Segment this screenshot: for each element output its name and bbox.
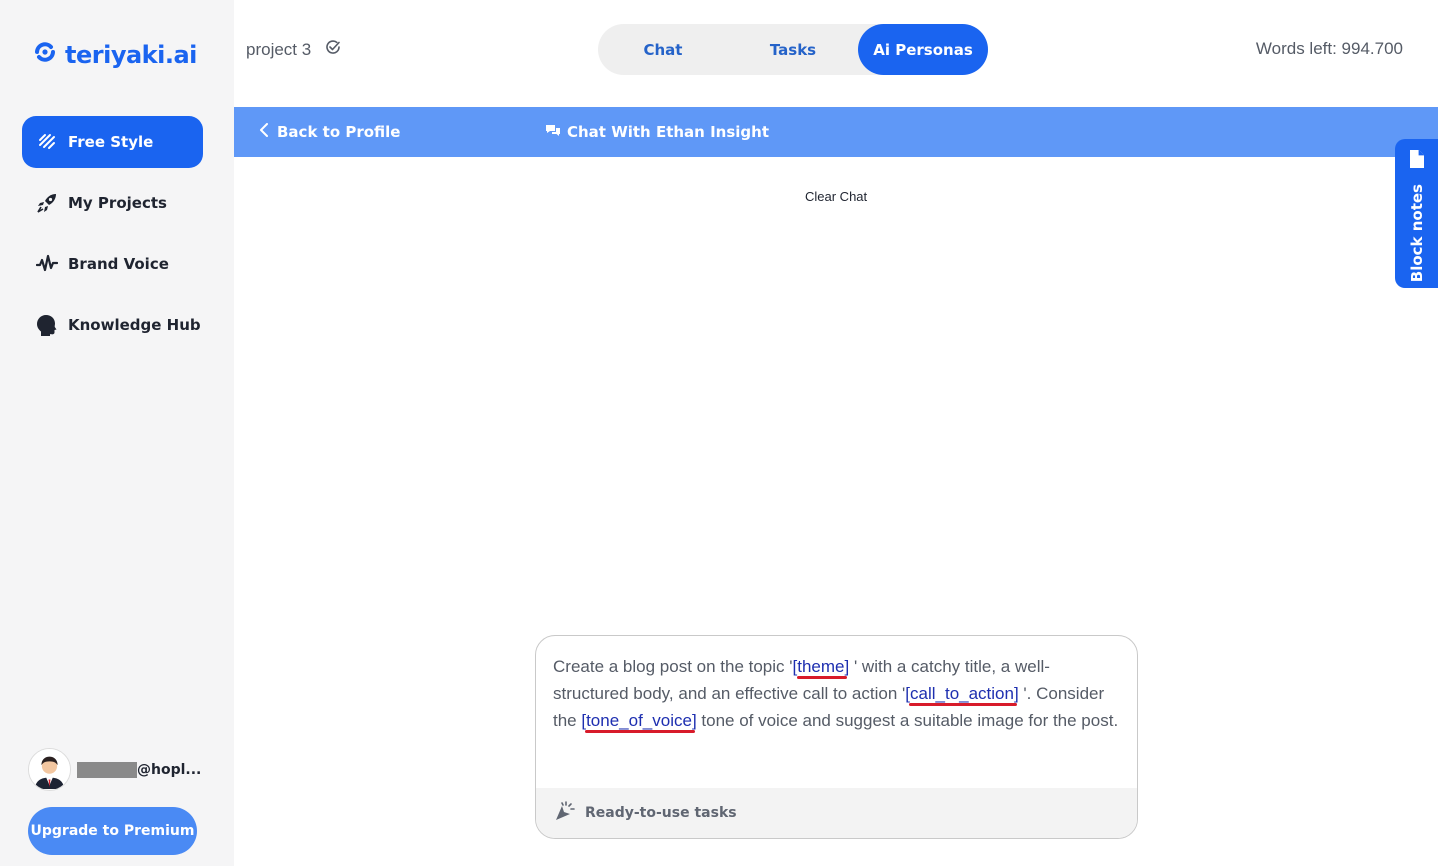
- back-to-profile-link[interactable]: Back to Profile: [259, 107, 400, 157]
- sidebar-item-my-projects[interactable]: My Projects: [22, 177, 203, 229]
- sidebar-item-brand-voice[interactable]: Brand Voice: [22, 238, 203, 290]
- chat-bubbles-icon: [545, 123, 561, 141]
- block-notes-label: Block notes: [1407, 184, 1426, 283]
- project-title: project 3: [246, 39, 341, 60]
- sidebar-item-knowledge-hub[interactable]: Knowledge Hub: [22, 299, 203, 351]
- user-profile[interactable]: @hopl...: [28, 748, 201, 791]
- logo-icon: [31, 38, 59, 71]
- ready-to-use-tasks-button[interactable]: Ready-to-use tasks: [536, 788, 1137, 838]
- waveform-icon: [36, 253, 58, 275]
- document-icon: [1409, 149, 1425, 174]
- prompt-text-part: Create a blog post on the topic ': [553, 657, 793, 676]
- sidebar-item-label: Brand Voice: [68, 255, 169, 273]
- back-to-profile-label: Back to Profile: [277, 123, 401, 141]
- sidebar-item-label: Knowledge Hub: [68, 316, 201, 334]
- chevron-left-icon: [259, 123, 269, 141]
- free-style-icon: [36, 131, 58, 153]
- sidebar-item-label: Free Style: [68, 133, 154, 151]
- magic-cursor-icon: [553, 799, 577, 828]
- user-email: @hopl...: [77, 761, 202, 778]
- check-circle-icon[interactable]: [325, 39, 341, 60]
- words-left-counter: Words left: 994.700: [1255, 39, 1403, 58]
- variable-tone-of-voice[interactable]: [tone_of_voice]: [581, 711, 696, 730]
- sidebar: teriyaki.ai Free Style My Projects Brand: [0, 0, 234, 866]
- head-profile-icon: [36, 314, 58, 336]
- project-name: project 3: [246, 39, 312, 59]
- clear-chat-button[interactable]: Clear Chat: [805, 189, 867, 204]
- ready-to-use-tasks-label: Ready-to-use tasks: [585, 805, 737, 821]
- sidebar-item-free-style[interactable]: Free Style: [22, 116, 203, 168]
- tab-chat[interactable]: Chat: [598, 24, 728, 75]
- main-tabs: Chat Tasks Ai Personas: [598, 24, 988, 75]
- tab-ai-personas[interactable]: Ai Personas: [858, 24, 988, 75]
- prompt-input[interactable]: Create a blog post on the topic '[theme]…: [535, 635, 1138, 839]
- tab-tasks[interactable]: Tasks: [728, 24, 858, 75]
- logo[interactable]: teriyaki.ai: [31, 38, 197, 71]
- avatar: [28, 748, 71, 791]
- user-email-domain: @hopl...: [137, 761, 202, 778]
- sidebar-item-label: My Projects: [68, 194, 167, 212]
- upgrade-button[interactable]: Upgrade to Premium: [28, 807, 197, 855]
- logo-text: teriyaki.ai: [65, 40, 197, 69]
- variable-theme[interactable]: [theme]: [793, 657, 850, 676]
- prompt-text-part: tone of voice and suggest a suitable ima…: [696, 711, 1119, 730]
- redacted-username: [77, 761, 137, 778]
- rocket-icon: [36, 192, 58, 214]
- chat-title: Chat With Ethan Insight: [545, 107, 769, 157]
- persona-chat-bar: Back to Profile Chat With Ethan Insight: [234, 107, 1438, 157]
- chat-title-label: Chat With Ethan Insight: [567, 123, 769, 141]
- variable-call-to-action[interactable]: [call_to_action]: [905, 684, 1018, 703]
- block-notes-tab[interactable]: Block notes: [1395, 139, 1438, 288]
- prompt-text[interactable]: Create a blog post on the topic '[theme]…: [553, 653, 1123, 734]
